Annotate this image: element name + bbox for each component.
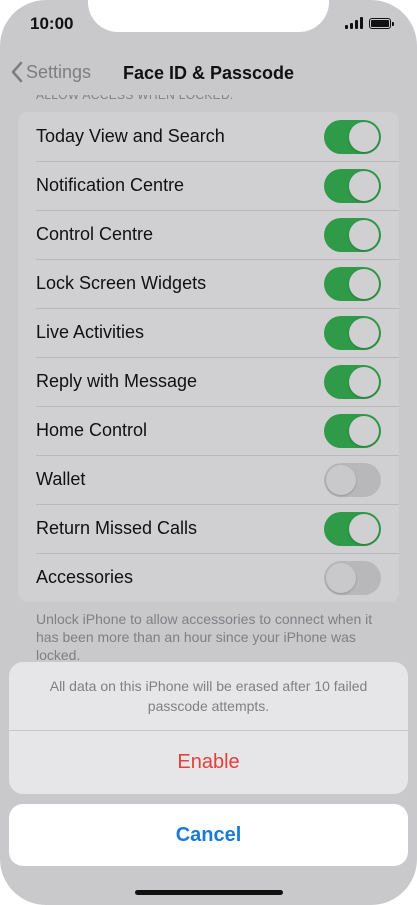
toggle-switch[interactable]: [324, 168, 381, 203]
status-time: 10:00: [30, 14, 74, 33]
settings-row-label: Live Activities: [36, 322, 145, 342]
settings-row: Live Activities: [18, 308, 399, 357]
toggle-knob: [349, 366, 379, 397]
toggle-knob: [349, 121, 379, 152]
enable-button[interactable]: Enable: [9, 731, 408, 794]
toggle-knob: [349, 170, 379, 201]
settings-row: Home Control: [18, 406, 399, 455]
settings-row: Control Centre: [18, 210, 399, 259]
home-indicator[interactable]: [135, 890, 283, 895]
toggle-knob: [326, 464, 356, 495]
notch: [88, 0, 329, 32]
toggle-knob: [349, 513, 379, 544]
action-sheet-message: All data on this iPhone will be erased a…: [49, 678, 368, 714]
signal-icon: [345, 17, 363, 29]
settings-row-label: Accessories: [36, 567, 134, 587]
settings-row: Return Missed Calls: [18, 504, 399, 553]
toggle-switch[interactable]: [324, 217, 381, 252]
toggle-switch[interactable]: [324, 462, 381, 497]
toggle-switch[interactable]: [324, 364, 381, 399]
settings-row-label: Return Missed Calls: [36, 518, 198, 538]
toggle-knob: [349, 317, 379, 348]
settings-row-label: Today View and Search: [36, 126, 225, 146]
toggle-switch[interactable]: [324, 560, 381, 595]
settings-row: Lock Screen Widgets: [18, 259, 399, 308]
settings-row-label: Home Control: [36, 420, 148, 440]
settings-row-label: Reply with Message: [36, 371, 198, 391]
battery-icon: [369, 17, 394, 29]
toggle-knob: [349, 219, 379, 250]
toggle-switch[interactable]: [324, 119, 381, 154]
settings-row: Wallet: [18, 455, 399, 504]
toggle-switch[interactable]: [324, 315, 381, 350]
settings-row-label: Control Centre: [36, 224, 154, 244]
navigation-bar: Settings Face ID & Passcode: [0, 56, 417, 96]
toggle-knob: [349, 415, 379, 446]
settings-row: Today View and Search: [18, 112, 399, 161]
settings-list: Today View and Search Notification Centre…: [18, 112, 399, 602]
status-icons: [345, 17, 394, 29]
settings-row: Reply with Message: [18, 357, 399, 406]
settings-row: Notification Centre: [18, 161, 399, 210]
settings-row-label: Notification Centre: [36, 175, 185, 195]
section-footer: Unlock iPhone to allow accessories to co…: [36, 611, 373, 663]
toggle-switch[interactable]: [324, 413, 381, 448]
settings-row-label: Lock Screen Widgets: [36, 273, 207, 293]
toggle-switch[interactable]: [324, 511, 381, 546]
page-title: Face ID & Passcode: [122, 63, 295, 83]
settings-row-label: Wallet: [36, 469, 86, 489]
cancel-button[interactable]: Cancel: [9, 804, 408, 866]
toggle-knob: [349, 268, 379, 299]
toggle-knob: [326, 562, 356, 593]
phone-screen: 10:00 Settings Face ID & Passcode ALLOW …: [0, 0, 417, 905]
toggle-switch[interactable]: [324, 266, 381, 301]
settings-row: Accessories: [18, 553, 399, 602]
action-sheet: All data on this iPhone will be erased a…: [9, 662, 408, 794]
